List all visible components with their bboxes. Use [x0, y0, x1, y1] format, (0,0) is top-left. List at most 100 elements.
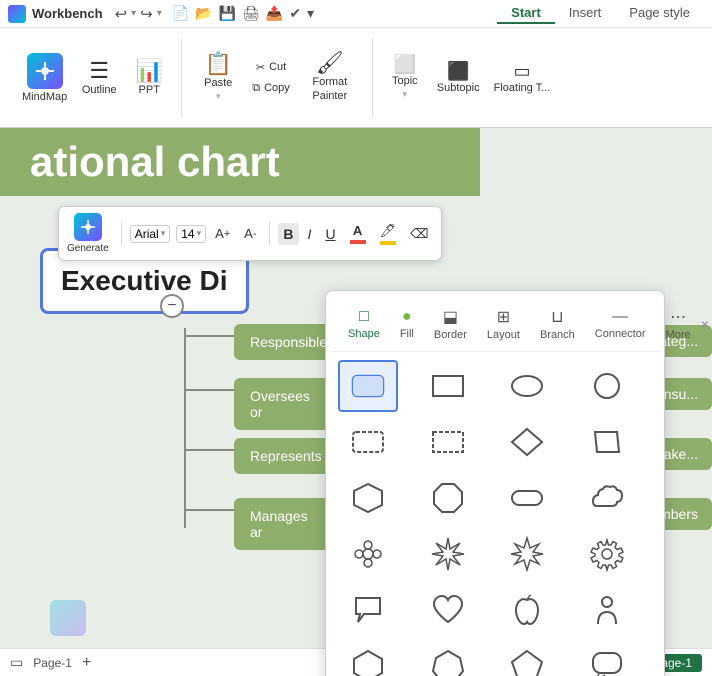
shape-tab-border-icon: ⬓: [443, 307, 458, 327]
topic-icon: ⬜: [394, 55, 416, 73]
shape-tab-branch[interactable]: ⊔ Branch: [530, 303, 585, 345]
generate-button[interactable]: Generate: [67, 213, 109, 254]
shape-tab-connector[interactable]: — Connector: [585, 304, 656, 344]
shape-tab-layout[interactable]: ⊞ Layout: [477, 303, 530, 345]
shape-rounded-rect[interactable]: [338, 360, 398, 412]
collapse-button[interactable]: −: [160, 294, 184, 318]
app-title: Workbench: [32, 6, 103, 21]
popup-close-button[interactable]: ×: [701, 316, 709, 332]
shape-speech-bubble-left[interactable]: [338, 584, 398, 636]
shape-tab-shape-icon: □: [359, 308, 369, 326]
format-painter-button[interactable]: 🖌 Format Painter: [296, 48, 364, 106]
shape-speech-bubble-round[interactable]: [577, 640, 637, 676]
copy-button[interactable]: ⧉ Copy: [248, 80, 294, 97]
shape-rounded-rect-dashed[interactable]: [338, 416, 398, 468]
branch-node-3[interactable]: Represents: [234, 438, 334, 474]
branch-line-1: [184, 335, 234, 337]
cut-copy-group: ✂ Cut ⧉ Copy: [248, 59, 294, 97]
highlight-button[interactable]: 🖊: [375, 220, 402, 248]
view-icon[interactable]: ▭: [10, 654, 23, 671]
eraser-button[interactable]: ⌫: [405, 223, 433, 245]
branch-node-1[interactable]: Responsible: [234, 324, 334, 360]
font-decrease-button[interactable]: A-: [239, 223, 261, 244]
shape-cloud[interactable]: [577, 472, 637, 524]
topic-button[interactable]: ⬜ Topic ▾: [381, 51, 429, 104]
shape-octagon[interactable]: [418, 472, 478, 524]
shape-circle[interactable]: [577, 360, 637, 412]
font-selector[interactable]: Arial ▾: [130, 225, 171, 243]
paste-button[interactable]: 📋 Paste ▾: [190, 49, 246, 106]
branch-line-3: [184, 449, 234, 451]
font-increase-button[interactable]: A+: [210, 223, 235, 244]
shape-tab-shape-label: Shape: [348, 328, 380, 340]
shape-starburst2[interactable]: [497, 528, 557, 580]
paste-icon: 📋: [205, 53, 232, 75]
print-icon[interactable]: 🖨: [242, 5, 260, 22]
shape-hexagon[interactable]: [338, 472, 398, 524]
ppt-button[interactable]: 📊 PPT: [125, 56, 173, 100]
mindmap-label: MindMap: [22, 91, 67, 103]
topic-dropdown[interactable]: ▾: [403, 89, 408, 100]
shape-tab-border[interactable]: ⬓ Border: [424, 303, 477, 345]
shape-ellipse[interactable]: [497, 360, 557, 412]
paste-dropdown[interactable]: ▾: [216, 91, 221, 102]
branch-node-4[interactable]: Manages ar: [234, 498, 334, 550]
shape-tab-shape[interactable]: □ Shape: [338, 304, 390, 344]
shape-diamond[interactable]: [497, 416, 557, 468]
shape-tab-more[interactable]: ⋯ More: [656, 303, 701, 345]
new-icon[interactable]: 📄: [172, 5, 189, 22]
shape-popup: □ Shape ● Fill ⬓ Border ⊞ Layout ⊔ Branc…: [325, 290, 665, 676]
topic-label: Topic: [392, 75, 418, 87]
ppt-label: PPT: [139, 84, 160, 96]
redo-dropdown[interactable]: ▾: [157, 8, 162, 19]
shape-parallelogram[interactable]: [577, 416, 637, 468]
shape-flower[interactable]: [338, 528, 398, 580]
shape-pentagon[interactable]: [497, 640, 557, 676]
shape-starburst[interactable]: [418, 528, 478, 580]
floating-button[interactable]: ▭ Floating T...: [488, 58, 557, 98]
outline-icon: ☰: [89, 60, 109, 82]
tab-insert[interactable]: Insert: [555, 3, 616, 24]
shape-popup-header: □ Shape ● Fill ⬓ Border ⊞ Layout ⊔ Branc…: [330, 299, 660, 352]
export-icon[interactable]: 📤: [266, 5, 283, 22]
branch-label-3: Represents: [250, 448, 322, 464]
shape-heart[interactable]: [418, 584, 478, 636]
save-icon[interactable]: 💾: [219, 5, 236, 22]
shape-person[interactable]: [577, 584, 637, 636]
shape-rect[interactable]: [418, 360, 478, 412]
shape-rect-dashed[interactable]: [418, 416, 478, 468]
check-icon[interactable]: ✔: [289, 5, 301, 22]
font-color-button[interactable]: A: [345, 220, 371, 247]
outline-label: Outline: [82, 84, 117, 96]
main-toolbar: MindMap ☰ Outline 📊 PPT 📋 Paste ▾ ✂ Cut …: [0, 28, 712, 128]
outline-button[interactable]: ☰ Outline: [75, 56, 123, 100]
shape-tab-fill-icon: ●: [402, 308, 412, 326]
underline-button[interactable]: U: [320, 223, 340, 245]
shape-tab-branch-icon: ⊔: [551, 307, 563, 327]
shape-hexagon2[interactable]: [338, 640, 398, 676]
branch-node-2[interactable]: Oversees or: [234, 378, 334, 430]
ppt-icon: 📊: [136, 60, 163, 82]
open-icon[interactable]: 📂: [195, 5, 212, 22]
shape-gear[interactable]: [577, 528, 637, 580]
tab-start[interactable]: Start: [497, 3, 555, 24]
add-page-button[interactable]: +: [82, 654, 91, 672]
paste-label: Paste: [204, 77, 232, 89]
tab-pagestyle[interactable]: Page style: [615, 3, 704, 24]
redo-button[interactable]: ↪: [140, 5, 153, 23]
shape-heptagon[interactable]: [418, 640, 478, 676]
italic-button[interactable]: I: [303, 223, 317, 245]
floating-icon: ▭: [513, 62, 530, 80]
undo-dropdown[interactable]: ▾: [131, 8, 136, 19]
undo-button[interactable]: ↩: [115, 5, 128, 23]
shape-tab-fill[interactable]: ● Fill: [390, 304, 424, 344]
cut-button[interactable]: ✂ Cut: [248, 59, 294, 76]
shape-stadium[interactable]: [497, 472, 557, 524]
font-size-selector[interactable]: 14 ▾: [176, 225, 206, 243]
mindmap-button[interactable]: MindMap: [16, 49, 73, 107]
shape-tab-layout-label: Layout: [487, 329, 520, 341]
bold-button[interactable]: B: [278, 223, 298, 245]
more-icon[interactable]: ▾: [307, 5, 314, 22]
shape-apple[interactable]: [497, 584, 557, 636]
subtopic-button[interactable]: ⬛ Subtopic: [431, 58, 486, 98]
